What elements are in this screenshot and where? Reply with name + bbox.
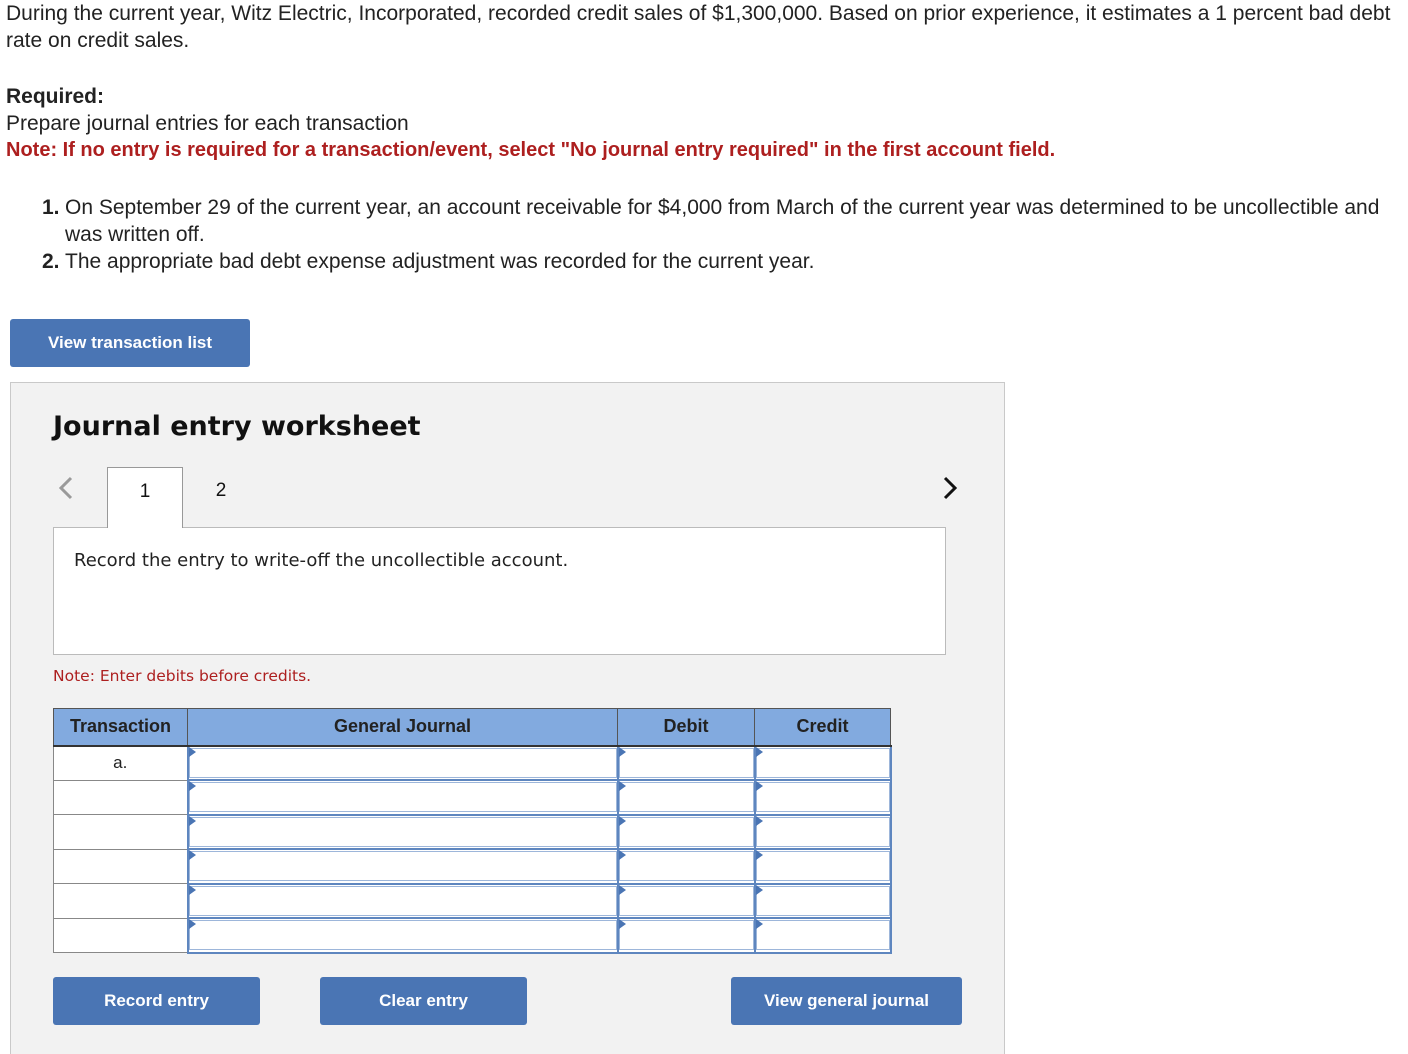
transaction-cell: a. bbox=[53, 745, 188, 781]
dropdown-flag-icon bbox=[618, 781, 626, 791]
account-input-cell bbox=[186, 917, 619, 954]
account-input[interactable] bbox=[188, 920, 617, 951]
transaction-text: On September 29 of the current year, an … bbox=[65, 196, 1380, 246]
debit-input-cell bbox=[616, 744, 756, 781]
journal-row bbox=[53, 779, 892, 816]
header-transaction: Transaction bbox=[53, 708, 188, 747]
dropdown-flag-icon bbox=[188, 919, 196, 929]
dropdown-flag-icon bbox=[188, 815, 196, 826]
account-input-cell bbox=[186, 779, 619, 816]
journal-row bbox=[53, 882, 892, 919]
clear-entry-button[interactable]: Clear entry bbox=[320, 977, 527, 1025]
debit-input-cell bbox=[616, 779, 756, 816]
debit-input-cell bbox=[616, 882, 756, 919]
credit-input[interactable] bbox=[755, 885, 890, 916]
dropdown-flag-icon bbox=[188, 746, 196, 757]
dropdown-flag-icon bbox=[755, 919, 763, 929]
journal-row bbox=[53, 848, 892, 885]
transaction-item: 2. The appropriate bad debt expense adju… bbox=[40, 248, 1390, 275]
credit-input[interactable] bbox=[755, 747, 890, 778]
account-input-cell bbox=[186, 744, 619, 781]
journal-header-row: Transaction General Journal Debit Credit bbox=[53, 708, 891, 747]
account-input[interactable] bbox=[188, 885, 617, 916]
dropdown-flag-icon bbox=[188, 781, 196, 791]
account-input[interactable] bbox=[188, 851, 617, 882]
debit-input-cell bbox=[616, 813, 756, 850]
transaction-cell bbox=[53, 779, 188, 815]
header-credit: Credit bbox=[754, 708, 891, 747]
debit-input[interactable] bbox=[618, 747, 754, 778]
credit-input[interactable] bbox=[755, 920, 890, 951]
credit-input-cell bbox=[753, 848, 892, 885]
problem-intro: During the current year, Witz Electric, … bbox=[6, 2, 1391, 52]
account-input-cell bbox=[186, 882, 619, 919]
dropdown-flag-icon bbox=[755, 781, 763, 791]
account-input[interactable] bbox=[188, 816, 617, 847]
dropdown-flag-icon bbox=[755, 815, 763, 826]
journal-row bbox=[53, 813, 892, 850]
record-entry-button[interactable]: Record entry bbox=[53, 977, 260, 1025]
transaction-list: 1. On September 29 of the current year, … bbox=[40, 194, 1390, 275]
journal-row bbox=[53, 917, 892, 954]
entry-prompt: Record the entry to write-off the uncoll… bbox=[74, 550, 569, 571]
journal-table: Transaction General Journal Debit Credit… bbox=[53, 708, 892, 954]
dropdown-flag-icon bbox=[618, 919, 626, 929]
dropdown-flag-icon bbox=[755, 850, 763, 860]
dropdown-flag-icon bbox=[618, 815, 626, 826]
header-general-journal: General Journal bbox=[187, 708, 618, 747]
credit-input[interactable] bbox=[755, 816, 890, 847]
entry-prompt-box: Record the entry to write-off the uncoll… bbox=[53, 527, 946, 655]
credit-input-cell bbox=[753, 779, 892, 816]
dropdown-flag-icon bbox=[755, 884, 763, 895]
account-input[interactable] bbox=[188, 782, 617, 813]
account-input-cell bbox=[186, 848, 619, 885]
transaction-cell bbox=[53, 814, 188, 850]
credit-input-cell bbox=[753, 813, 892, 850]
transaction-cell bbox=[53, 917, 188, 953]
debit-input[interactable] bbox=[618, 851, 754, 882]
tab-2[interactable]: 2 bbox=[183, 467, 259, 528]
transaction-number: 1. bbox=[42, 196, 60, 219]
required-text: Prepare journal entries for each transac… bbox=[6, 112, 409, 135]
credit-input[interactable] bbox=[755, 782, 890, 813]
worksheet-title: Journal entry worksheet bbox=[53, 411, 421, 442]
account-input-cell bbox=[186, 813, 619, 850]
debit-input-cell bbox=[616, 917, 756, 954]
entry-note: Note: Enter debits before credits. bbox=[53, 667, 312, 685]
credit-input-cell bbox=[753, 882, 892, 919]
journal-entry-worksheet: Journal entry worksheet 1 2 Record the e… bbox=[10, 382, 1005, 1054]
credit-input[interactable] bbox=[755, 851, 890, 882]
header-debit: Debit bbox=[617, 708, 755, 747]
tab-1[interactable]: 1 bbox=[107, 467, 183, 528]
required-note: Note: If no entry is required for a tran… bbox=[6, 139, 1056, 161]
dropdown-flag-icon bbox=[618, 850, 626, 860]
transaction-item: 1. On September 29 of the current year, … bbox=[40, 194, 1390, 248]
debit-input-cell bbox=[616, 848, 756, 885]
credit-input-cell bbox=[753, 917, 892, 954]
dropdown-flag-icon bbox=[188, 850, 196, 860]
transaction-cell bbox=[53, 883, 188, 919]
dropdown-flag-icon bbox=[755, 746, 763, 757]
account-input[interactable] bbox=[188, 747, 617, 778]
previous-arrow-icon[interactable] bbox=[55, 473, 77, 503]
debit-input[interactable] bbox=[618, 885, 754, 916]
debit-input[interactable] bbox=[618, 816, 754, 847]
dropdown-flag-icon bbox=[618, 746, 626, 757]
credit-input-cell bbox=[753, 744, 892, 781]
debit-input[interactable] bbox=[618, 920, 754, 951]
next-arrow-icon[interactable] bbox=[939, 473, 961, 503]
required-label: Required: bbox=[6, 85, 105, 108]
debit-input[interactable] bbox=[618, 782, 754, 813]
transaction-text: The appropriate bad debt expense adjustm… bbox=[65, 250, 815, 273]
dropdown-flag-icon bbox=[618, 884, 626, 895]
transaction-number: 2. bbox=[42, 250, 60, 273]
transaction-cell bbox=[53, 848, 188, 884]
journal-row: a. bbox=[53, 744, 892, 781]
view-transaction-list-button[interactable]: View transaction list bbox=[10, 319, 250, 367]
dropdown-flag-icon bbox=[188, 884, 196, 895]
view-general-journal-button[interactable]: View general journal bbox=[731, 977, 962, 1025]
